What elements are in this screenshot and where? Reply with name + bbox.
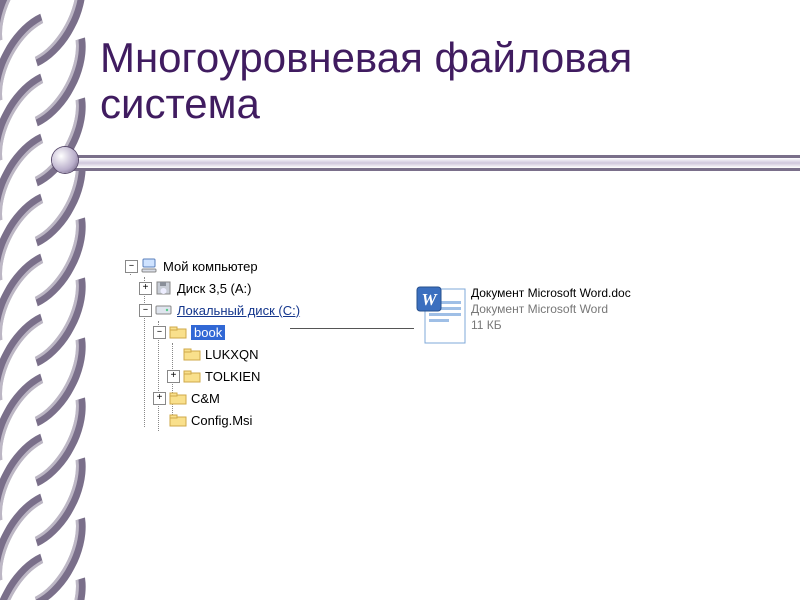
tree-node-root[interactable]: – Мой компьютер xyxy=(125,255,300,277)
tree-node-floppy[interactable]: + Диск 3,5 (A:) xyxy=(139,277,300,299)
node-label: book xyxy=(191,325,225,340)
divider-line xyxy=(60,155,800,171)
collapse-icon[interactable]: – xyxy=(153,326,166,339)
node-label: Диск 3,5 (A:) xyxy=(177,281,252,296)
slide: Многоуровневая файловая система – Мой ко… xyxy=(0,0,800,600)
expand-icon[interactable]: + xyxy=(167,370,180,383)
tree-node-tolkien[interactable]: + TOLKIEN xyxy=(167,365,300,387)
folder-icon xyxy=(183,346,201,362)
node-label: TOLKIEN xyxy=(205,369,260,384)
tree-node-book[interactable]: – book xyxy=(153,321,300,343)
folder-icon xyxy=(169,412,187,428)
spiral-binding xyxy=(0,0,80,600)
computer-icon xyxy=(141,258,159,274)
node-label: C&M xyxy=(191,391,220,406)
document-details: Документ Microsoft Word.doc Документ Mic… xyxy=(471,285,631,345)
word-document-icon: W xyxy=(415,285,465,345)
expand-icon[interactable]: + xyxy=(139,282,152,295)
floppy-disk-icon xyxy=(155,280,173,296)
folder-icon xyxy=(169,390,187,406)
file-tree: – Мой компьютер + Диск 3,5 (A:) – Локаль… xyxy=(125,255,300,431)
svg-text:W: W xyxy=(421,290,438,309)
node-label: Config.Msi xyxy=(191,413,252,428)
node-label: Мой компьютер xyxy=(163,259,258,274)
document-item[interactable]: W Документ Microsoft Word.doc Документ M… xyxy=(415,285,631,345)
expand-icon[interactable]: + xyxy=(153,392,166,405)
tree-node-cdrive[interactable]: – Локальный диск (C:) xyxy=(139,299,300,321)
folder-open-icon xyxy=(169,324,187,340)
connector-line xyxy=(290,328,414,329)
node-label: LUKXQN xyxy=(205,347,258,362)
document-name: Документ Microsoft Word.doc xyxy=(471,285,631,301)
hard-drive-icon xyxy=(155,302,173,318)
tree-node-config[interactable]: Config.Msi xyxy=(153,409,300,431)
divider-disc xyxy=(52,147,78,173)
tree-node-cm[interactable]: + C&M xyxy=(153,387,300,409)
document-type: Документ Microsoft Word xyxy=(471,301,631,317)
slide-title: Многоуровневая файловая система xyxy=(100,35,780,127)
tree-node-lukxqn[interactable]: LUKXQN xyxy=(167,343,300,365)
document-size: 11 КБ xyxy=(471,317,631,333)
collapse-icon[interactable]: – xyxy=(125,260,138,273)
folder-icon xyxy=(183,368,201,384)
collapse-icon[interactable]: – xyxy=(139,304,152,317)
node-label: Локальный диск (C:) xyxy=(177,303,300,318)
